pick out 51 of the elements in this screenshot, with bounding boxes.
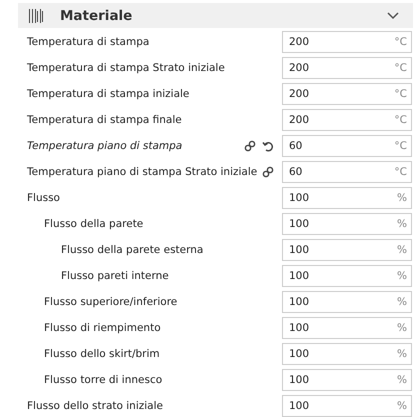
chevron-icon[interactable] [387,12,399,20]
value-field[interactable]: 100 % [282,291,412,313]
value-field[interactable]: 100 % [282,265,412,287]
link-icon[interactable] [244,140,256,152]
setting-label: Temperatura piano di stampa Strato iniziale [27,166,258,178]
setting-label: Flusso torre di innesco [44,374,164,386]
value-field[interactable]: 100 % [282,187,412,209]
value-field[interactable]: 100 % [282,213,412,235]
value-field[interactable]: 200 °C [282,109,412,131]
unit-label: °C [394,166,407,178]
unit-label: °C [394,36,407,48]
value-field[interactable]: 60 °C [282,135,412,157]
setting-label: Temperatura piano di stampa [27,140,184,152]
setting-label: Flusso superiore/inferiore [44,296,178,308]
unit-label: °C [394,62,407,74]
unit-label: °C [394,88,407,100]
unit-label: % [397,348,407,360]
setting-label: Flusso della parete esterna [61,244,204,256]
section-title: Materiale [60,8,134,24]
value-field[interactable]: 200 °C [282,83,412,105]
setting-label: Temperatura di stampa iniziale [27,88,190,100]
value-field[interactable]: 200 °C [282,31,412,53]
unit-label: % [397,192,407,204]
value-field[interactable]: 100 % [282,343,412,365]
unit-label: % [397,374,407,386]
unit-label: % [397,270,407,282]
setting-label: Flusso dello strato iniziale [27,400,164,412]
setting-label: Temperatura di stampa [27,36,150,48]
unit-label: % [397,296,407,308]
value-field[interactable]: 200 °C [282,57,412,79]
setting-label: Flusso pareti interne [61,270,170,282]
setting-label: Flusso dello skirt/brim [44,348,161,360]
unit-label: % [397,322,407,334]
setting-label: Flusso di riempimento [44,322,162,334]
unit-label: % [397,218,407,230]
value-field[interactable]: 100 % [282,317,412,339]
value-field[interactable]: 100 % [282,239,412,261]
reset-icon[interactable] [262,140,274,152]
setting-label: Flusso [27,192,61,204]
value-field[interactable]: 100 % [282,395,412,417]
setting-label: Temperatura di stampa Strato iniziale [27,62,226,74]
barcode-icon [28,8,44,24]
unit-label: % [397,244,407,256]
unit-label: °C [394,114,407,126]
value-field[interactable]: 60 °C [282,161,412,183]
value-field[interactable]: 100 % [282,369,412,391]
unit-label: °C [394,140,407,152]
link-icon[interactable] [262,166,274,178]
setting-label: Temperatura di stampa finale [27,114,183,126]
setting-label: Flusso della parete [44,218,144,230]
unit-label: % [397,400,407,412]
